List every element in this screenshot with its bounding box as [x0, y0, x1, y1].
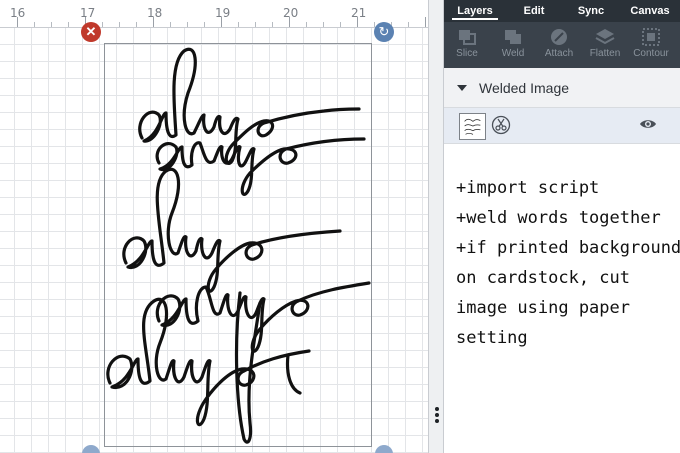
note-line: image using paper	[456, 298, 630, 318]
panel-splitter[interactable]	[428, 0, 444, 453]
note-line: on cardstock, cut	[456, 268, 630, 288]
x-icon: ✕	[85, 24, 97, 39]
canvas[interactable]: 16 17 18 19 20 21 ✕ ↻	[0, 0, 428, 453]
note-line: +if printed background	[456, 238, 680, 258]
contour-icon	[642, 28, 660, 46]
flatten-button[interactable]: Flatten	[582, 28, 628, 66]
eye-icon[interactable]	[639, 117, 657, 131]
attach-label: Attach	[544, 48, 574, 59]
layer-thumbnail	[459, 113, 486, 140]
rotate-handle[interactable]: ↻	[374, 22, 394, 42]
tab-layers[interactable]: Layers	[444, 0, 506, 22]
slice-label: Slice	[456, 48, 478, 59]
ruler-label: 21	[351, 6, 367, 20]
attach-button[interactable]: Attach	[536, 28, 582, 66]
layers-panel: Layers Edit Sync Canvas Slice Weld Attac…	[444, 0, 680, 453]
note-line: +import script	[456, 178, 600, 198]
attach-icon	[551, 29, 567, 45]
contour-label: Contour	[633, 48, 669, 59]
annotation-notes: +import script +weld words together +if …	[456, 173, 680, 353]
welded-script-artwork[interactable]	[104, 43, 372, 447]
ruler-label: 19	[215, 6, 231, 20]
tab-edit[interactable]: Edit	[506, 0, 562, 22]
ruler-label: 18	[147, 6, 163, 20]
flatten-label: Flatten	[589, 48, 621, 59]
layer-tools-toolbar: Slice Weld Attach Flatten Contour	[444, 22, 680, 68]
scale-handle-left[interactable]	[82, 445, 100, 453]
weld-icon	[505, 30, 521, 44]
weld-label: Weld	[501, 48, 525, 59]
scissors-icon[interactable]	[491, 115, 511, 135]
note-line: setting	[456, 328, 528, 348]
layer-group-header[interactable]: Welded Image	[444, 68, 680, 108]
drag-handle-icon[interactable]	[434, 407, 440, 425]
chevron-down-icon[interactable]	[457, 85, 467, 91]
tab-sync[interactable]: Sync	[562, 0, 620, 22]
contour-button[interactable]: Contour	[628, 28, 674, 66]
tab-canvas[interactable]: Canvas	[620, 0, 680, 22]
ruler-label: 17	[80, 6, 96, 20]
layer-group-title: Welded Image	[479, 80, 570, 96]
note-line: +weld words together	[456, 208, 661, 228]
weld-button[interactable]: Weld	[490, 28, 536, 66]
top-ruler: 16 17 18 19 20 21	[0, 0, 428, 28]
slice-button[interactable]: Slice	[444, 28, 490, 66]
rotate-icon: ↻	[378, 24, 390, 39]
design-space: 16 17 18 19 20 21 ✕ ↻ Layers Edit Sync C…	[0, 0, 680, 453]
flatten-icon	[595, 29, 615, 45]
slice-icon	[459, 30, 476, 45]
delete-handle[interactable]: ✕	[81, 22, 101, 42]
panel-tabs: Layers Edit Sync Canvas	[444, 0, 680, 22]
layer-row-welded-image[interactable]	[444, 108, 680, 144]
ruler-label: 20	[283, 6, 299, 20]
scale-handle-right[interactable]	[375, 445, 393, 453]
